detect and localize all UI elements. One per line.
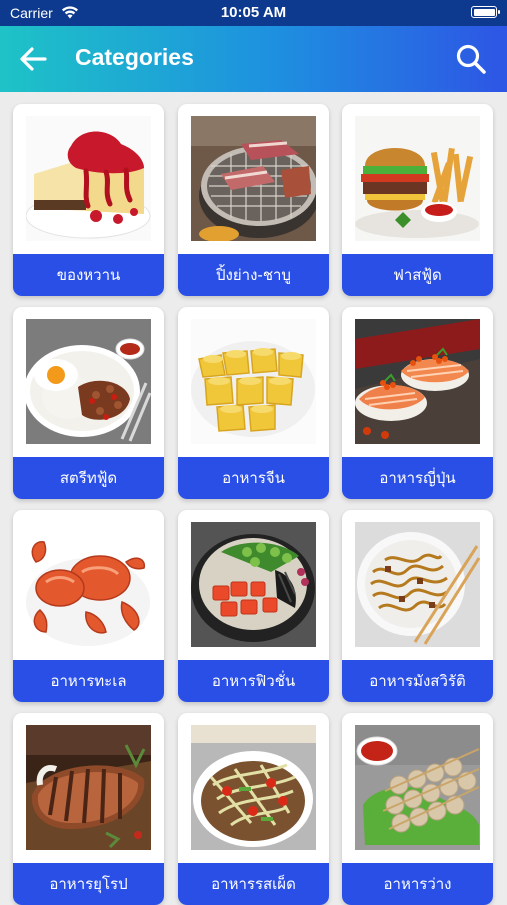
category-label: อาหารญี่ปุ่น bbox=[342, 457, 493, 499]
search-icon[interactable] bbox=[455, 43, 487, 75]
category-card-snacks[interactable]: อาหารว่าง bbox=[342, 713, 493, 905]
page-title: Categories bbox=[75, 44, 194, 70]
basil-rice-photo bbox=[26, 319, 151, 444]
category-card-japanese[interactable]: อาหารญี่ปุ่น bbox=[342, 307, 493, 499]
status-time: 10:05 AM bbox=[220, 4, 287, 21]
back-arrow-icon[interactable] bbox=[18, 45, 48, 73]
category-card-fast-food[interactable]: ฟาสฟู้ด bbox=[342, 104, 493, 296]
cheesecake-photo bbox=[26, 116, 151, 241]
category-label: ปิ้งย่าง-ชาบู bbox=[178, 254, 329, 296]
category-card-vegetarian[interactable]: อาหารมังสวิรัติ bbox=[342, 510, 493, 702]
sushi-photo bbox=[355, 319, 480, 444]
category-label: ฟาสฟู้ด bbox=[342, 254, 493, 296]
grill-photo bbox=[191, 116, 316, 241]
category-label: อาหารฟิวชั่น bbox=[178, 660, 329, 702]
category-label: อาหารว่าง bbox=[342, 863, 493, 905]
category-label: สตรีทฟู้ด bbox=[13, 457, 164, 499]
category-label: อาหารทะเล bbox=[13, 660, 164, 702]
category-label: อาหารมังสวิรัติ bbox=[342, 660, 493, 702]
category-label: อาหารยุโรป bbox=[13, 863, 164, 905]
category-card-fusion[interactable]: อาหารฟิวชั่น bbox=[178, 510, 329, 702]
category-card-street-food[interactable]: สตรีทฟู้ด bbox=[13, 307, 164, 499]
crab-photo bbox=[26, 522, 151, 647]
category-card-bbq-shabu[interactable]: ปิ้งย่าง-ชาบู bbox=[178, 104, 329, 296]
burger-photo bbox=[355, 116, 480, 241]
battery-icon bbox=[471, 6, 500, 18]
category-card-desserts[interactable]: ของหวาน bbox=[13, 104, 164, 296]
category-label: ของหวาน bbox=[13, 254, 164, 296]
papaya-salad-photo bbox=[191, 725, 316, 850]
category-card-european[interactable]: อาหารยุโรป bbox=[13, 713, 164, 905]
category-card-chinese[interactable]: อาหารจีน bbox=[178, 307, 329, 499]
dimsum-photo bbox=[191, 319, 316, 444]
noodles-photo bbox=[355, 522, 480, 647]
meatball-skewers-photo bbox=[355, 725, 480, 850]
category-card-spicy[interactable]: อาหารรสเผ็ด bbox=[178, 713, 329, 905]
category-card-seafood[interactable]: อาหารทะเล bbox=[13, 510, 164, 702]
steak-photo bbox=[26, 725, 151, 850]
category-label: อาหารจีน bbox=[178, 457, 329, 499]
status-bar: Carrier 10:05 AM bbox=[0, 0, 507, 26]
category-grid: ของหวาน ปิ้งย่าง-ชาบู ฟาสฟู้ด สตรีทฟู้ด … bbox=[0, 92, 507, 905]
app-header: Categories bbox=[0, 26, 507, 92]
category-label: อาหารรสเผ็ด bbox=[178, 863, 329, 905]
poke-bowl-photo bbox=[191, 522, 316, 647]
